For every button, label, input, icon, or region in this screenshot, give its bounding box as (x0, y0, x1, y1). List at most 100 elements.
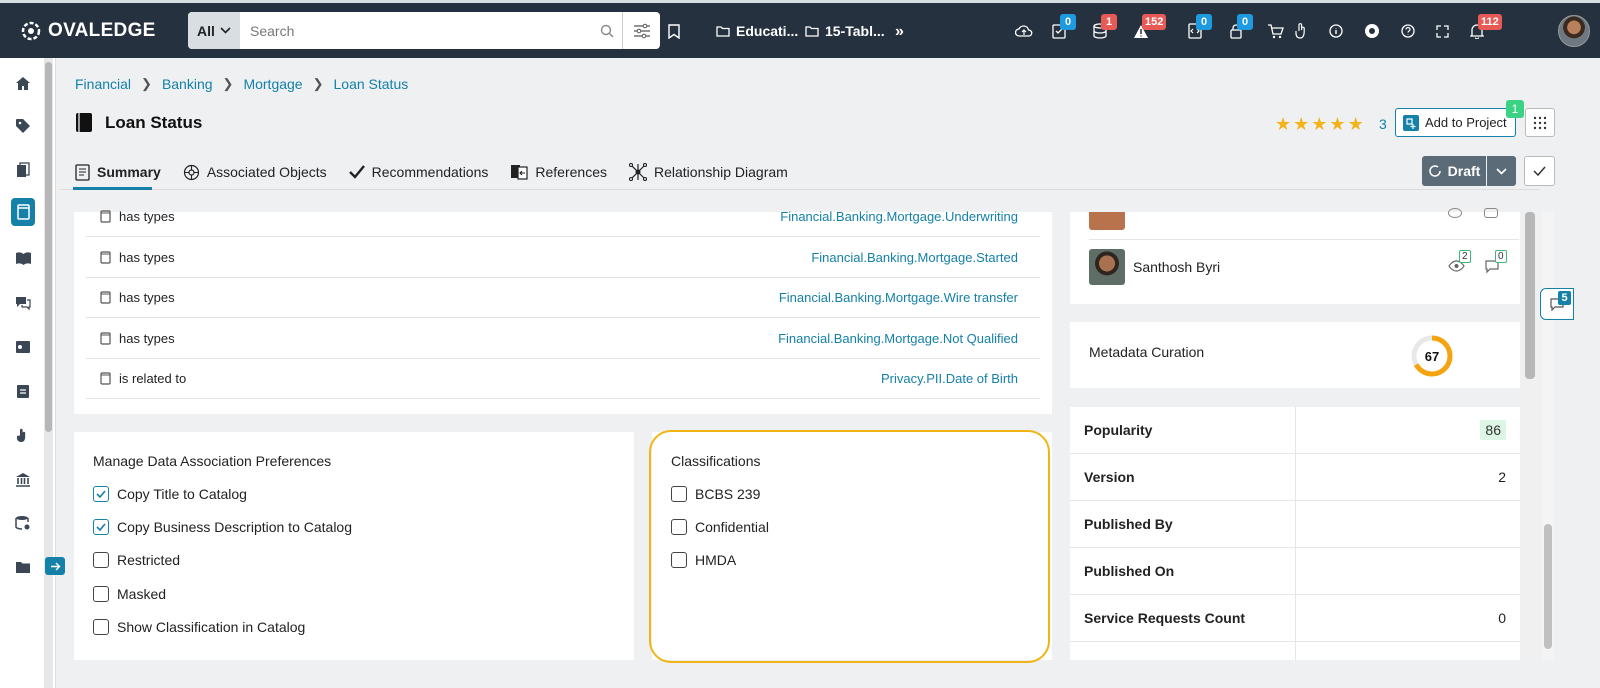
cloud-upload-icon[interactable] (1013, 20, 1035, 42)
breadcrumb-banking[interactable]: Banking (162, 76, 213, 92)
add-to-project-button[interactable]: Add to Project (1395, 108, 1516, 137)
access-lock-icon[interactable]: 0 (1225, 14, 1253, 42)
tab-label: Recommendations (371, 164, 489, 180)
chrome-icon[interactable] (1361, 20, 1383, 42)
fullscreen-icon[interactable] (1431, 20, 1453, 42)
more-options-button[interactable] (1525, 108, 1555, 137)
pref-show-classification[interactable]: Show Classification in Catalog (93, 619, 305, 635)
status-draft-button[interactable]: Draft (1422, 156, 1486, 186)
alert-icon[interactable]: 152 (1130, 14, 1167, 42)
comment-icon[interactable] (1484, 208, 1498, 218)
logo-text: OVALEDGE (48, 20, 156, 41)
info-icon[interactable] (1325, 20, 1347, 42)
breadcrumb-loan-status[interactable]: Loan Status (334, 76, 409, 92)
glossary-icon[interactable] (11, 198, 35, 226)
page-scroll-thumb[interactable] (1544, 524, 1552, 649)
section-title: Manage Data Association Preferences (93, 453, 332, 469)
stat-row-version: Version 2 (1070, 454, 1520, 501)
tab-recommendations[interactable]: Recommendations (348, 156, 489, 188)
notifications-bell-icon[interactable]: 112 (1466, 14, 1502, 42)
term-icon (100, 291, 111, 304)
relationship-target-link[interactable]: Financial.Banking.Mortgage.Started (811, 250, 1018, 265)
cart-icon[interactable] (1264, 20, 1286, 42)
rating-count[interactable]: 3 (1379, 116, 1387, 132)
term-icon (100, 332, 111, 345)
sidebar-scrollbar[interactable] (44, 58, 53, 688)
pref-restricted[interactable]: Restricted (93, 552, 180, 568)
star-icon[interactable]: ★ (1329, 114, 1345, 135)
star-icon[interactable]: ★ (1348, 114, 1364, 135)
book-icon[interactable] (13, 248, 33, 268)
expand-sidebar-button[interactable] (45, 557, 65, 575)
data-quality-icon[interactable]: 0 (1048, 14, 1076, 42)
star-icon[interactable]: ★ (1275, 114, 1291, 135)
rating-stars[interactable]: ★ ★ ★ ★ ★ (1275, 114, 1364, 135)
page-scrollbar[interactable] (1542, 212, 1554, 660)
bookmark-icon[interactable] (663, 20, 685, 42)
hand-point-icon[interactable] (1290, 20, 1312, 42)
stat-key-partial (1070, 642, 1296, 660)
add-project-icon (1403, 114, 1419, 131)
tag-icon[interactable] (13, 116, 33, 136)
alerts-badge: 152 (1142, 14, 1167, 30)
floating-comments-button[interactable]: 5 (1540, 288, 1574, 320)
approve-button[interactable] (1524, 156, 1555, 186)
database-icon[interactable]: 1 (1089, 14, 1117, 42)
watcher-name[interactable]: Santhosh Byri (1133, 259, 1220, 275)
tab-relationship-diagram[interactable]: Relationship Diagram (628, 156, 788, 188)
star-icon[interactable]: ★ (1293, 114, 1309, 135)
user-avatar[interactable] (1558, 15, 1590, 47)
ovaledge-logo[interactable]: OVALEDGE (18, 18, 156, 44)
breadcrumb-financial[interactable]: Financial (75, 76, 131, 92)
search-icon[interactable] (592, 24, 622, 38)
code-icon[interactable]: 0 (1184, 14, 1212, 42)
tab-associated-objects[interactable]: Associated Objects (183, 156, 327, 188)
relationship-row: is related to Privacy.PII.Date of Birth (86, 359, 1040, 399)
checkbox[interactable] (93, 552, 109, 568)
breadcrumb-mortgage[interactable]: Mortgage (243, 76, 302, 92)
checkbox[interactable] (93, 619, 109, 635)
catalog-icon[interactable] (13, 160, 33, 180)
checkbox-checked[interactable] (93, 486, 109, 502)
status-dropdown-button[interactable] (1487, 156, 1516, 186)
grid-dots-icon (1533, 116, 1547, 129)
relationship-type: has types (119, 290, 175, 305)
pref-masked[interactable]: Masked (93, 586, 166, 602)
checkbox[interactable] (93, 586, 109, 602)
relationship-target-link[interactable]: Financial.Banking.Mortgage.Underwriting (780, 209, 1018, 224)
relationship-row: has types Financial.Banking.Mortgage.Wir… (86, 278, 1040, 318)
pref-copy-business-description[interactable]: Copy Business Description to Catalog (93, 519, 352, 535)
eye-icon[interactable] (1448, 208, 1462, 218)
help-icon[interactable] (1397, 20, 1419, 42)
home-icon[interactable] (13, 73, 33, 93)
folder-icon[interactable] (13, 557, 33, 577)
sidebar-scroll-thumb[interactable] (45, 62, 52, 432)
chat-icon[interactable] (13, 293, 33, 313)
dashboard-icon[interactable] (13, 337, 33, 357)
clipboard-icon[interactable] (13, 381, 33, 401)
more-folders-icon[interactable]: » (895, 23, 904, 41)
search-input[interactable] (240, 12, 592, 49)
relationship-target-link[interactable]: Privacy.PII.Date of Birth (881, 371, 1018, 386)
arrow-right-icon (50, 562, 60, 570)
pref-copy-title[interactable]: Copy Title to Catalog (93, 486, 247, 502)
recent-folder-education[interactable]: Educati... (716, 23, 798, 39)
checkbox-label: Masked (117, 586, 167, 602)
access-request-icon[interactable] (13, 425, 33, 445)
checkbox-checked[interactable] (93, 519, 109, 535)
right-scroll-thumb[interactable] (1525, 212, 1535, 379)
status-label: Draft (1447, 163, 1481, 179)
relationship-target-link[interactable]: Financial.Banking.Mortgage.Wire transfer (779, 290, 1018, 305)
avatar[interactable] (1089, 249, 1125, 285)
search-filter-button[interactable] (622, 12, 660, 49)
search-scope-dropdown[interactable]: All (188, 12, 240, 49)
relationship-target-link[interactable]: Financial.Banking.Mortgage.Not Qualified (778, 331, 1018, 346)
tab-summary[interactable]: Summary (75, 156, 161, 188)
right-panel-scrollbar[interactable] (1523, 212, 1537, 660)
recent-folder-tables[interactable]: 15-Tabl... (805, 23, 885, 39)
star-icon[interactable]: ★ (1311, 114, 1327, 135)
tab-references[interactable]: References (510, 156, 607, 188)
data-settings-icon[interactable] (13, 513, 33, 533)
governance-bank-icon[interactable] (13, 469, 33, 489)
logo-icon (21, 21, 41, 41)
